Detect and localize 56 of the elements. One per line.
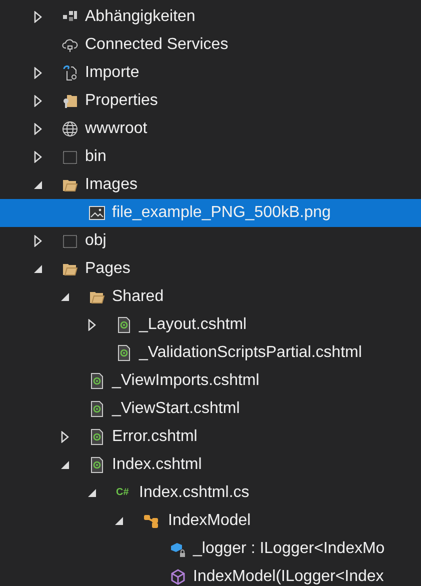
csharp-icon: C# <box>116 485 132 501</box>
expanded-arrow-icon[interactable] <box>60 460 70 470</box>
open-folder-icon <box>89 289 105 305</box>
locked-field-icon <box>170 541 186 557</box>
expanded-arrow-icon[interactable] <box>33 180 43 190</box>
collapsed-arrow-icon[interactable] <box>61 431 69 443</box>
tree-item[interactable]: file_example_PNG_500kB.png <box>0 199 421 227</box>
item-label: _ValidationScriptsPartial.cshtml <box>139 343 362 363</box>
item-label: Images <box>85 175 138 195</box>
item-label: Properties <box>85 91 158 111</box>
open-folder-icon <box>62 177 78 193</box>
open-folder-icon <box>62 261 78 277</box>
class-icon <box>143 513 161 529</box>
item-label: IndexModel <box>168 511 251 531</box>
item-label: Connected Services <box>85 35 228 55</box>
cloud-icon <box>62 37 78 53</box>
import-file-icon <box>62 65 78 81</box>
item-label: _Layout.cshtml <box>139 315 247 335</box>
razor-file-icon <box>89 429 105 445</box>
dashed-folder-icon <box>62 149 78 165</box>
razor-file-icon <box>116 317 132 333</box>
item-label: Pages <box>85 259 130 279</box>
razor-file-icon <box>89 373 105 389</box>
wrench-folder-icon <box>62 93 78 109</box>
expanded-arrow-icon[interactable] <box>87 488 97 498</box>
razor-file-icon <box>116 345 132 361</box>
item-label: Error.cshtml <box>112 427 198 447</box>
collapsed-arrow-icon[interactable] <box>34 235 42 247</box>
item-label: wwwroot <box>85 119 148 139</box>
collapsed-arrow-icon[interactable] <box>34 95 42 107</box>
item-label: file_example_PNG_500kB.png <box>112 203 331 223</box>
collapsed-arrow-icon[interactable] <box>34 67 42 79</box>
item-label: obj <box>85 231 106 251</box>
collapsed-arrow-icon[interactable] <box>34 151 42 163</box>
razor-file-icon <box>89 401 105 417</box>
item-label: Index.cshtml <box>112 455 202 475</box>
expanded-arrow-icon[interactable] <box>33 264 43 274</box>
expanded-arrow-icon[interactable] <box>60 292 70 302</box>
expanded-arrow-icon[interactable] <box>114 516 124 526</box>
item-label: bin <box>85 147 106 167</box>
item-label: Abhängigkeiten <box>85 7 196 27</box>
globe-icon <box>62 121 78 137</box>
dashed-folder-icon <box>62 233 78 249</box>
item-label: _ViewStart.cshtml <box>112 399 240 419</box>
cube-icon <box>170 569 186 585</box>
item-label: IndexModel(ILogger<Index <box>193 567 384 586</box>
collapsed-arrow-icon[interactable] <box>88 319 96 331</box>
razor-file-icon <box>89 457 105 473</box>
item-label: _ViewImports.cshtml <box>112 371 260 391</box>
item-label: Shared <box>112 287 164 307</box>
item-label: Importe <box>85 63 140 83</box>
collapsed-arrow-icon[interactable] <box>34 123 42 135</box>
item-label: _logger : ILogger<IndexMo <box>193 539 385 559</box>
item-label: Index.cshtml.cs <box>139 483 250 503</box>
image-icon <box>89 205 105 221</box>
collapsed-arrow-icon[interactable] <box>34 11 42 23</box>
